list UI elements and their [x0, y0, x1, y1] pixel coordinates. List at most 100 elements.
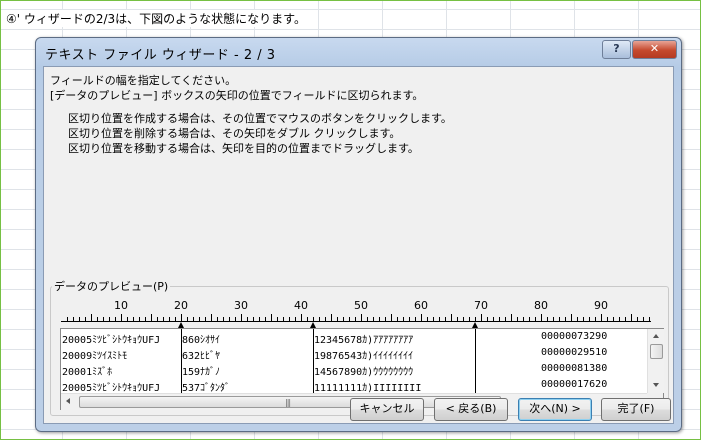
- hint-create-break: 区切り位置を作成する場合は、その位置でマウスのボタンをクリックします。: [68, 112, 452, 125]
- preview-row: 20001ﾐｽﾞﾎ 159ﾅｶﾞﾉ 14567890ｶ)ｳｳｳｳｳｳｳｳ 000000…: [61, 361, 647, 378]
- column-break-line[interactable]: [181, 329, 182, 393]
- ruler-tick: [307, 317, 308, 321]
- ruler-tick: [199, 317, 200, 321]
- ruler-tick: [535, 317, 536, 321]
- preview-cell: 159ﾅｶﾞﾉ: [182, 367, 221, 378]
- scroll-down-icon[interactable]: [653, 383, 659, 387]
- scroll-left-icon[interactable]: [66, 398, 70, 404]
- ruler-tick: [265, 317, 266, 321]
- ruler-tick: [649, 317, 650, 321]
- preview-cell: 537ｺﾞﾀﾝﾀﾞ: [182, 383, 231, 393]
- scroll-grip-icon: |||: [285, 398, 291, 407]
- ruler-tick: [607, 317, 608, 321]
- ruler-tick: [313, 317, 314, 321]
- ruler-tick: [325, 317, 326, 321]
- ruler-tick: [181, 314, 182, 321]
- preview-cell: 20005ﾐﾂﾋﾞｼﾄｳｷｮｳUFJ: [62, 383, 161, 393]
- ruler-tick: [355, 317, 356, 321]
- preview-cell: 00000073290: [541, 331, 608, 342]
- ruler-tick: [331, 314, 332, 321]
- ruler-tick: [235, 317, 236, 321]
- ruler-tick: [457, 317, 458, 321]
- ruler-tick: [91, 314, 92, 321]
- preview-row: 20005ﾐﾂﾋﾞｼﾄｳｷｮｳUFJ 537ｺﾞﾀﾝﾀﾞ 11111111ｶ)III…: [61, 377, 647, 393]
- vertical-scroll-thumb[interactable]: [650, 344, 663, 359]
- preview-cell: 12345678ｶ)ｱｱｱｱｱｱｱｱ: [314, 335, 414, 346]
- ruler-tick: [295, 317, 296, 321]
- ruler-tick: [289, 317, 290, 321]
- ruler-tick: [157, 317, 158, 321]
- ruler-number: 20: [174, 299, 188, 312]
- ruler-tick: [223, 317, 224, 321]
- ruler-number: 40: [294, 299, 308, 312]
- preview-row: 20009ﾐﾂｲｽﾐﾄﾓ 632ﾋﾋﾞﾔ 19876543ｶ)ｲｲｲｲｲｲｲｲ 000…: [61, 345, 647, 362]
- ruler-tick: [217, 317, 218, 321]
- cancel-button[interactable]: キャンセル: [350, 398, 424, 421]
- column-break-line[interactable]: [475, 329, 476, 393]
- ruler-tick: [187, 317, 188, 321]
- preview-cell: 20009ﾐﾂｲｽﾐﾄﾓ: [62, 351, 128, 362]
- ruler-tick: [301, 314, 302, 321]
- ruler-tick: [637, 317, 638, 321]
- ruler-tick: [415, 317, 416, 321]
- ruler-tick: [511, 314, 512, 321]
- help-button[interactable]: ?: [602, 40, 631, 59]
- preview-label: データのプレビュー(P): [52, 278, 171, 294]
- ruler-tick: [115, 317, 116, 321]
- ruler-tick: [469, 317, 470, 321]
- back-button[interactable]: < 戻る(B): [434, 398, 508, 421]
- ruler-tick: [367, 317, 368, 321]
- ruler-tick: [499, 317, 500, 321]
- ruler-number: 90: [594, 299, 608, 312]
- close-button[interactable]: ✕: [632, 40, 677, 59]
- ruler-tick: [151, 314, 152, 321]
- ruler-tick: [133, 317, 134, 321]
- ruler-tick: [403, 317, 404, 321]
- ruler-tick: [229, 317, 230, 321]
- ruler-tick: [361, 314, 362, 321]
- ruler-tick: [517, 317, 518, 321]
- finish-button[interactable]: 完了(F): [601, 398, 671, 421]
- ruler-tick: [373, 317, 374, 321]
- ruler-tick: [619, 317, 620, 321]
- preview-cell: 00000081380: [541, 363, 608, 374]
- sheet-caption: ④' ウィザードの2/3は、下図のような状態になります。: [6, 10, 310, 27]
- scroll-up-icon[interactable]: [653, 334, 659, 338]
- ruler-number: 60: [414, 299, 428, 312]
- ruler-tick: [433, 317, 434, 321]
- column-break-line[interactable]: [313, 329, 314, 393]
- preview-cell: 20001ﾐｽﾞﾎ: [62, 367, 113, 378]
- text-import-wizard-dialog: テキスト ファイル ウィザード - 2 / 3 ? ✕ フィールドの幅を指定して…: [35, 37, 682, 432]
- ruler-baseline: [61, 321, 651, 322]
- next-button[interactable]: 次へ(N) >: [518, 398, 592, 421]
- ruler-number: 80: [534, 299, 548, 312]
- instruction-line-1: フィールドの幅を指定してください。: [50, 74, 237, 87]
- ruler-tick: [349, 317, 350, 321]
- ruler-tick: [241, 314, 242, 321]
- preview-cell: 860ｼｵｻｲ: [182, 335, 221, 346]
- ruler-tick: [319, 317, 320, 321]
- preview-cell: 632ﾋﾋﾞﾔ: [182, 351, 221, 362]
- ruler-tick: [481, 314, 482, 321]
- ruler-tick: [583, 317, 584, 321]
- column-ruler[interactable]: 10 20 30 40 50 60 70 80 90: [61, 299, 651, 328]
- vertical-scrollbar[interactable]: [647, 329, 664, 393]
- ruler-tick: [397, 317, 398, 321]
- ruler-tick: [253, 317, 254, 321]
- ruler-tick: [523, 317, 524, 321]
- ruler-tick: [409, 317, 410, 321]
- ruler-tick: [463, 317, 464, 321]
- ruler-tick: [79, 317, 80, 321]
- ruler-tick: [391, 314, 392, 321]
- ruler-tick: [475, 317, 476, 321]
- ruler-tick: [421, 314, 422, 321]
- ruler-tick: [439, 317, 440, 321]
- ruler-number: 70: [474, 299, 488, 312]
- ruler-tick: [451, 314, 452, 321]
- ruler-tick: [175, 317, 176, 321]
- data-preview-area[interactable]: 20005ﾐﾂﾋﾞｼﾄｳｷｮｳUFJ 860ｼｵｻｲ 12345678ｶ)ｱｱｱｱｱ…: [61, 329, 647, 393]
- preview-cell: 00000017620: [541, 379, 608, 390]
- ruler-tick: [571, 314, 572, 321]
- ruler-tick: [73, 317, 74, 321]
- ruler-tick: [589, 317, 590, 321]
